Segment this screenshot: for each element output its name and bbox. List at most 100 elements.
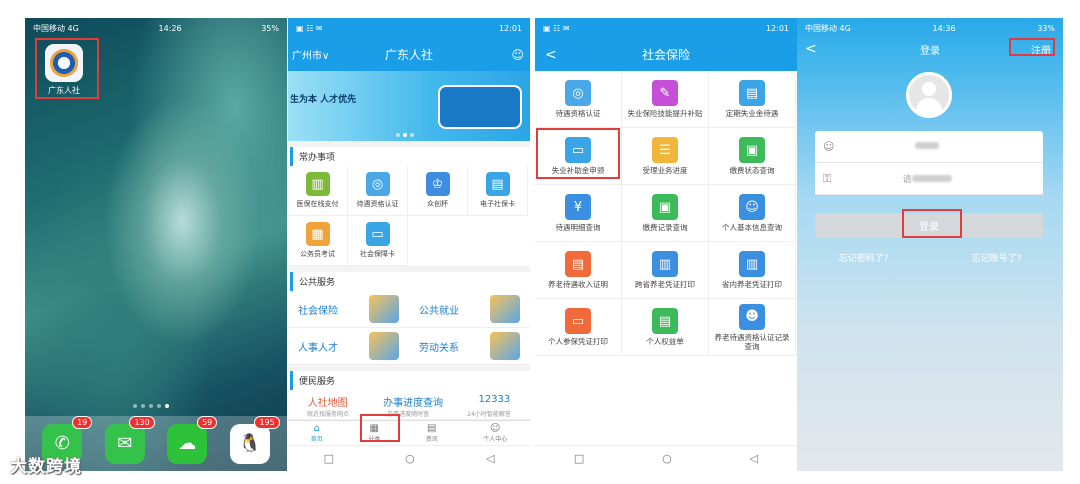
user-icon: ☺ (823, 140, 835, 153)
highlight-unemployment-benefit (536, 128, 620, 179)
tab-home[interactable]: ⌂ 首页 (311, 423, 323, 443)
service-icon: ◎ (365, 172, 390, 196)
clock-label: 12:01 (765, 23, 789, 33)
status-icons: ▣ ☷ ✉ (296, 23, 323, 33)
back-icon[interactable]: ◁ (750, 452, 758, 465)
service-label: 待遇资格认证 (555, 109, 601, 118)
service-label: 受理业务进度 (642, 166, 688, 175)
service-item[interactable]: ☺ 个人基本信息查询 (709, 185, 796, 242)
clock-label: 12:01 (498, 23, 522, 33)
service-icon: ▥ (652, 251, 678, 277)
recent-apps-icon[interactable]: □ (574, 452, 584, 465)
service-icon: ▭ (365, 222, 390, 246)
home-icon: ⌂ (313, 423, 320, 434)
service-grid: ◎ 待遇资格认证 ✎ 失业保险技能提升补贴 ▤ 定期失业金待遇 ▭ 失业补助金申领 ☰ 受理业务进… (535, 71, 797, 356)
service-item[interactable]: ◎ 待遇资格认证 (535, 71, 622, 128)
section-title: 便民服务 (290, 371, 530, 390)
watermark: 大数跨境 (10, 457, 82, 477)
common-item[interactable]: ▦ 公务员考试 (288, 216, 348, 266)
nav-bar: < 社会保险 (535, 38, 797, 71)
service-item[interactable]: ▭ 个人参保凭证打印 (535, 299, 622, 356)
service-label: 待遇资格认证 (356, 200, 399, 208)
carrier-label: 中国移动 4G (33, 23, 79, 33)
wechat-badge: 59 (197, 415, 218, 429)
service-item[interactable]: ▤ 定期失业金待遇 (709, 71, 796, 128)
service-item[interactable]: ✎ 失业保险技能提升补贴 (622, 71, 709, 128)
help-links: 忘记密码了? 忘记账号了? (797, 251, 1063, 264)
tab-bar: ⌂ 首页 ▦ 分类 ▤ 资讯 ☺ 个人中心 (288, 420, 530, 445)
service-item[interactable]: ▥ 省内养老凭证打印 (709, 242, 796, 299)
forgot-account-link[interactable]: 忘记账号了? (972, 251, 1022, 264)
quick-links: 人社地图 办事进度查询 12333 (288, 390, 530, 409)
service-item[interactable]: ☻ 养老待遇资格认证记录查询 (709, 299, 796, 356)
message-icon[interactable]: ☺ (511, 48, 524, 62)
common-grid: ▥ 医保在线支付 ◎ 待遇资格认证 ♔ 众创杯 ▤ 电子社保卡 ▦ 公务员考试 ▭ 社会保障卡 (288, 166, 530, 266)
status-bar: ▣ ☷ ✉ 12:01 (288, 18, 530, 38)
system-nav-bar: □ ○ ◁ (535, 445, 797, 471)
service-item[interactable]: ▤ 个人权益单 (622, 299, 709, 356)
service-label: 失业保险技能提升补贴 (627, 109, 703, 118)
common-item[interactable]: ♔ 众创杯 (408, 166, 468, 216)
quick-link-progress[interactable]: 办事进度查询 (383, 394, 443, 409)
service-label: 省内养老凭证打印 (722, 280, 782, 289)
public-item-social-insurance[interactable]: 社会保险 (288, 291, 409, 328)
highlight-app-icon (35, 38, 99, 99)
clock-label: 14:36 (932, 23, 956, 33)
banner[interactable]: 生为本 人才优先 (288, 71, 530, 141)
service-label: 个人权益单 (646, 337, 684, 346)
recent-apps-icon[interactable]: □ (324, 452, 334, 465)
service-label: 电子社保卡 (480, 200, 515, 208)
service-icon: ▣ (739, 137, 765, 163)
service-icon: ☻ (739, 303, 765, 330)
service-item[interactable]: ▣ 缴费状态查询 (709, 128, 796, 185)
service-item[interactable]: ▣ 缴费记录查询 (622, 185, 709, 242)
convenience-section: 便民服务 人社地图 办事进度查询 12333 就近找服务网点 办事进度随时查 24小… (288, 371, 530, 419)
service-item[interactable]: ▤ 养老待遇收入证明 (535, 242, 622, 299)
wechat-icon[interactable]: ☁ 59 (167, 415, 218, 464)
tab-profile[interactable]: ☺ 个人中心 (483, 423, 507, 443)
service-icon: ▤ (565, 251, 591, 277)
common-section: 常办事项 ▥ 医保在线支付 ◎ 待遇资格认证 ♔ 众创杯 ▤ 电子社保卡 ▦ 公务员考试 ▭ 社会保障… (288, 147, 530, 266)
quick-link-map[interactable]: 人社地图 (308, 394, 348, 409)
quick-link-12333[interactable]: 12333 (478, 394, 510, 409)
forgot-password-link[interactable]: 忘记密码了? (839, 251, 889, 264)
messages-icon[interactable]: ✉ 130 (104, 415, 155, 464)
service-icon: ◎ (565, 80, 591, 106)
public-item-labor[interactable]: 劳动关系 (409, 328, 530, 365)
avatar (906, 72, 952, 118)
common-item[interactable]: ▭ 社会保障卡 (348, 216, 408, 266)
home-button-icon[interactable]: ○ (662, 452, 672, 465)
quick-link-subtitles: 就近找服务网点 办事进度随时查 24小时智能解答 (307, 411, 511, 418)
service-item[interactable]: ▥ 跨省养老凭证打印 (622, 242, 709, 299)
home-button-icon[interactable]: ○ (405, 452, 415, 465)
service-label: 跨省养老凭证打印 (635, 280, 695, 289)
public-item-employment[interactable]: 公共就业 (409, 291, 530, 328)
clock-label: 14:26 (158, 23, 182, 33)
banner-slogan: 生为本 人才优先 (290, 95, 357, 105)
public-item-talent[interactable]: 人事人才 (288, 328, 409, 365)
tab-news[interactable]: ▤ 资讯 (426, 423, 438, 443)
status-bar: ▣ ☷ ✉ 12:01 (535, 18, 797, 38)
service-item[interactable]: ¥ 待遇明细查询 (535, 185, 622, 242)
common-item[interactable]: ◎ 待遇资格认证 (348, 166, 408, 216)
service-label: 医保在线支付 (296, 200, 339, 208)
service-icon: ☰ (652, 137, 678, 163)
back-icon[interactable]: ◁ (486, 452, 494, 465)
username-field[interactable]: ☺ (815, 131, 1043, 163)
page-indicator (133, 404, 169, 408)
qq-icon[interactable]: 🐧 195 (229, 415, 280, 464)
system-nav-bar: □ ○ ◁ (288, 445, 530, 471)
common-item[interactable]: ▥ 医保在线支付 (288, 166, 348, 216)
service-label: 缴费记录查询 (642, 223, 688, 232)
service-icon: ✎ (652, 80, 678, 106)
highlight-register (1009, 38, 1055, 56)
service-icon: ▤ (739, 80, 765, 106)
battery-label: 35% (261, 23, 279, 33)
phone-home-screen: 中国移动 4G 14:26 35% 广东人社 ✆ 19 ✉ 130 ☁ 59 🐧… (25, 18, 287, 471)
common-item[interactable]: ▤ 电子社保卡 (468, 166, 528, 216)
status-icons: ▣ ☷ ✉ (543, 23, 570, 33)
service-item[interactable]: ☰ 受理业务进度 (622, 128, 709, 185)
service-icon: ▭ (565, 308, 591, 334)
user-icon: ☺ (490, 423, 501, 434)
password-field[interactable]: ⚿ 请 (815, 163, 1043, 195)
